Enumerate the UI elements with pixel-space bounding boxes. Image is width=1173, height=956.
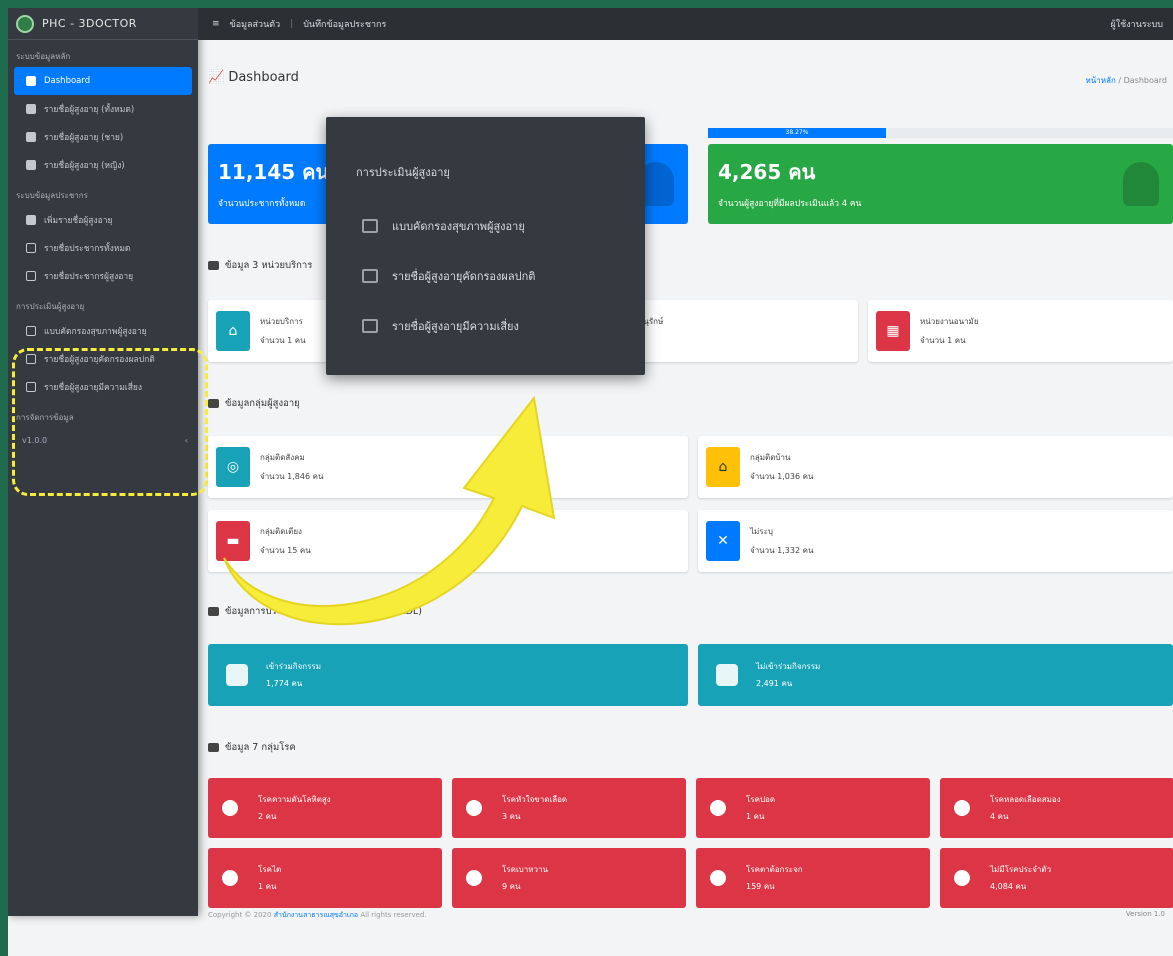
- disease-card-diabetes[interactable]: โรคเบาหวาน 9 คน: [452, 848, 686, 908]
- topbar-user-menu[interactable]: ผู้ใช้งานระบบ: [1111, 17, 1173, 31]
- sidebar-item-elderly-male[interactable]: รายชื่อผู้สูงอายุ (ชาย): [14, 123, 192, 151]
- footer-version: Version 1.0: [1125, 910, 1165, 918]
- glasses-icon: [710, 870, 726, 886]
- section-health-units: ข้อมูล 3 หน่วยบริการ: [208, 258, 312, 273]
- top-navbar: ≡ ข้อมูลส่วนตัว | บันทึกข้อมูลประชากร ผู…: [198, 8, 1173, 40]
- topbar-link-record[interactable]: บันทึกข้อมูลประชากร: [303, 17, 386, 31]
- disease-card-stroke[interactable]: โรคหลอดเลือดสมอง 4 คน: [940, 778, 1173, 838]
- heartbeat-icon: [466, 800, 482, 816]
- arrow-annotation-icon: [223, 395, 556, 626]
- stat-elderly-value: 4,265 คน: [718, 160, 816, 184]
- popup-item-screening-form[interactable]: แบบคัดกรองสุขภาพผู้สูงอายุ: [362, 217, 525, 235]
- footer-org-link[interactable]: สำนักงานสาธารณสุขอำเภอ: [274, 911, 358, 919]
- disease-card-heart[interactable]: โรคหัวใจขาดเลือด 3 คน: [452, 778, 686, 838]
- sidebar-item-population-all[interactable]: รายชื่อประชากรทั้งหมด: [14, 234, 192, 262]
- unit-card-3[interactable]: ▦ หน่วยงานอนามัย จำนวน 1 คน: [868, 300, 1173, 362]
- head-icon: [222, 800, 238, 816]
- times-circle-icon: ✕: [706, 521, 740, 561]
- disease-card-cataract[interactable]: โรคตาต้อกระจก 159 คน: [696, 848, 930, 908]
- disease-card-lung[interactable]: โรคปอด 1 คน: [696, 778, 930, 838]
- hospital-building-icon: ▦: [876, 311, 910, 351]
- nav-header-eval: การประเมินผู้สูงอายุ: [16, 302, 85, 311]
- brand-logo-icon: [16, 14, 34, 33]
- adl-card-participate[interactable]: เข้าร่วมกิจกรรม 1,774 คน: [208, 644, 688, 706]
- table-icon: [26, 326, 36, 336]
- dashboard-icon: [26, 76, 36, 86]
- user-check-icon: [226, 664, 248, 686]
- page-title: 📈 Dashboard: [208, 70, 299, 85]
- popup-header: การประเมินผู้สูงอายุ: [356, 166, 450, 179]
- disease-card-none[interactable]: ไม่มีโรคประจำตัว 4,084 คน: [940, 848, 1173, 908]
- app-window: PHC - 3DOCTOR ระบบข้อมูลหลัก Dashboard ร…: [8, 8, 1173, 956]
- brand[interactable]: PHC - 3DOCTOR: [8, 8, 198, 40]
- house-icon: ⌂: [706, 447, 740, 487]
- nav-header-main: ระบบข้อมูลหลัก: [16, 52, 71, 61]
- stat-elderly-label: จำนวนผู้สูงอายุที่มีผลประเมินแล้ว 4 คน: [718, 199, 862, 209]
- kidney-icon: [222, 870, 238, 886]
- user-icon: [1123, 162, 1159, 206]
- nav-header-data: ระบบข้อมูลประชากร: [16, 191, 88, 200]
- breadcrumb: หน้าหลัก / Dashboard: [1085, 76, 1167, 85]
- chart-line-icon: 📈: [208, 70, 229, 85]
- lungs-icon: [710, 800, 726, 816]
- footer: Copyright © 2020 สำนักงานสาธารณสุขอำเภอ …: [208, 911, 427, 919]
- progress-fill: 38.27%: [708, 128, 886, 138]
- popup-item-screening-risk[interactable]: รายชื่อผู้สูงอายุมีความเสี่ยง: [362, 317, 519, 335]
- user-slash-icon: [716, 664, 738, 686]
- highlight-annotation: [12, 348, 208, 496]
- eval-submenu-popup: การประเมินผู้สูงอายุ แบบคัดกรองสุขภาพผู้…: [326, 117, 645, 375]
- breadcrumb-home[interactable]: หน้าหลัก: [1086, 76, 1116, 85]
- breadcrumb-current: Dashboard: [1123, 76, 1167, 85]
- topbar-separator: |: [290, 19, 294, 29]
- elderly-progress-bar: 38.27%: [708, 128, 1173, 138]
- table-icon: [362, 219, 378, 233]
- brand-name: PHC - 3DOCTOR: [42, 17, 137, 30]
- disease-card-hypertension[interactable]: โรคความดันโลหิตสูง 2 คน: [208, 778, 442, 838]
- stethoscope-icon: [208, 743, 219, 752]
- syringe-icon: [466, 870, 482, 886]
- sidebar-item-elderly-all[interactable]: รายชื่อผู้สูงอายุ (ทั้งหมด): [14, 95, 192, 123]
- table-icon: [26, 243, 36, 253]
- hospital-icon: [208, 261, 219, 270]
- user-plus-icon: [26, 215, 36, 225]
- adl-card-not-participate[interactable]: ไม่เข้าร่วมกิจกรรม 2,491 คน: [698, 644, 1173, 706]
- users-icon: [26, 132, 36, 142]
- sidebar-item-population-elderly[interactable]: รายชื่อประชากรผู้สูงอายุ: [14, 262, 192, 290]
- topbar-link-profile[interactable]: ข้อมูลส่วนตัว: [230, 17, 281, 31]
- section-diseases: ข้อมูล 7 กลุ่มโรค: [208, 740, 296, 755]
- stat-elderly[interactable]: 4,265 คน จำนวนผู้สูงอายุที่มีผลประเมินแล…: [708, 144, 1173, 224]
- table-icon: [362, 319, 378, 333]
- sidebar-item-elderly-female[interactable]: รายชื่อผู้สูงอายุ (หญิง): [14, 151, 192, 179]
- brain-icon: [954, 800, 970, 816]
- sidebar-item-screening-form[interactable]: แบบคัดกรองสุขภาพผู้สูงอายุ: [14, 317, 192, 345]
- table-icon: [26, 271, 36, 281]
- times-circle-icon: [954, 870, 970, 886]
- sidebar-item-dashboard[interactable]: Dashboard: [14, 67, 192, 95]
- disease-card-kidney[interactable]: โรคไต 1 คน: [208, 848, 442, 908]
- users-icon: [26, 160, 36, 170]
- user-icon: [26, 104, 36, 114]
- table-icon: [362, 269, 378, 283]
- sidebar-item-add-elderly[interactable]: เพิ่มรายชื่อผู้สูงอายุ: [14, 206, 192, 234]
- group-card-home[interactable]: ⌂ กลุ่มติดบ้าน จำนวน 1,036 คน: [698, 436, 1173, 498]
- home-icon: ⌂: [216, 311, 250, 351]
- menu-icon[interactable]: ≡: [212, 19, 220, 29]
- popup-item-screening-normal[interactable]: รายชื่อผู้สูงอายุคัดกรองผลปกติ: [362, 267, 535, 285]
- group-card-unspecified[interactable]: ✕ ไม่ระบุ จำนวน 1,332 คน: [698, 510, 1173, 572]
